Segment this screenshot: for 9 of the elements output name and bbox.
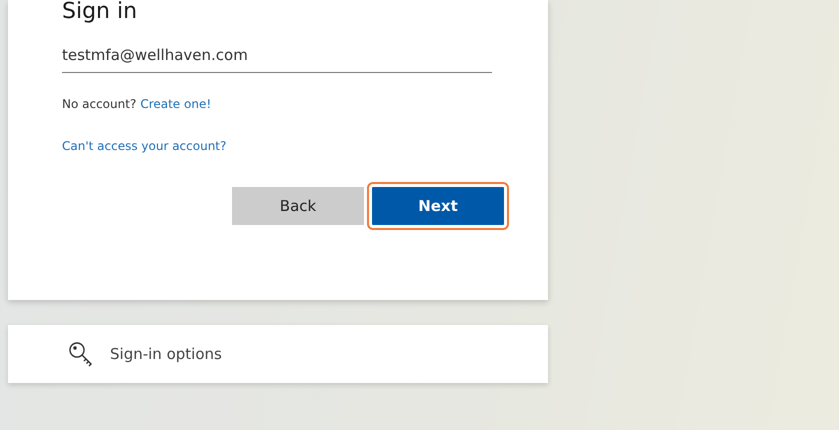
page-title: Sign in [62,0,138,24]
no-account-text: No account? [62,97,136,111]
back-button[interactable]: Back [232,187,364,225]
email-field[interactable]: testmfa@wellhaven.com [62,46,492,73]
create-account-link[interactable]: Create one! [140,97,212,111]
key-icon [68,341,94,367]
cant-access-link[interactable]: Can't access your account? [62,139,226,153]
sign-in-options-button[interactable]: Sign-in options [8,325,548,383]
next-button[interactable]: Next [372,187,504,225]
